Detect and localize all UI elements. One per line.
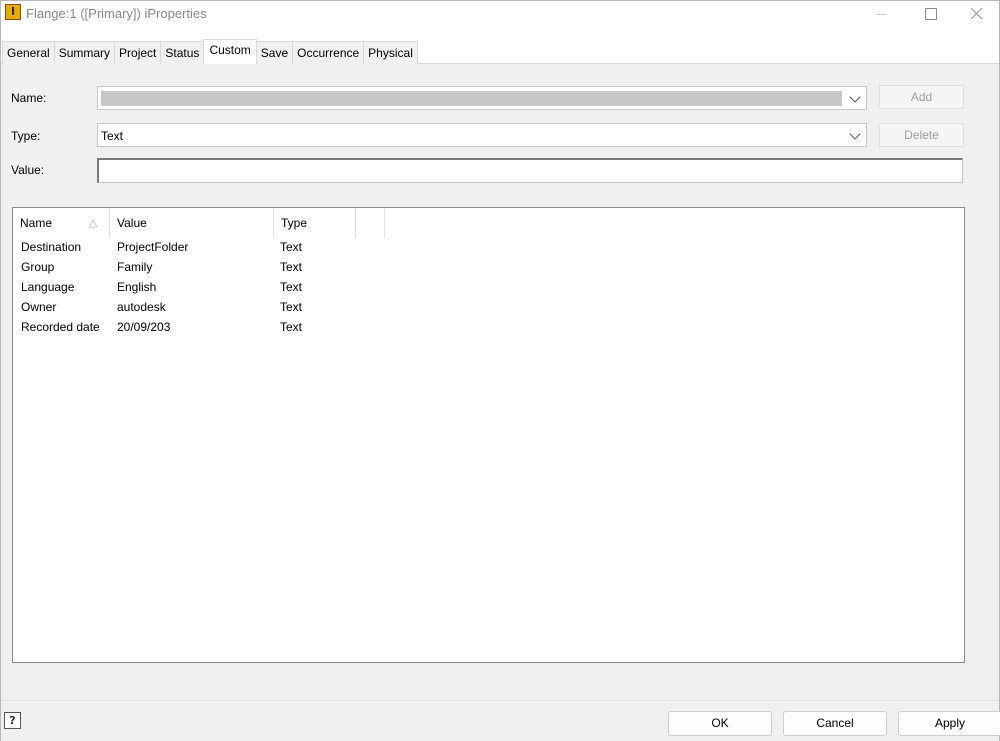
tab-summary[interactable]: Summary bbox=[53, 41, 116, 64]
dialog-footer: ? OK Cancel Apply bbox=[1, 700, 1000, 741]
value-input[interactable] bbox=[97, 158, 963, 183]
tab-general[interactable]: General bbox=[2, 41, 55, 64]
cell-name: Owner bbox=[21, 300, 57, 314]
chevron-down-icon[interactable] bbox=[849, 91, 861, 103]
tab-project[interactable]: Project bbox=[114, 41, 162, 64]
tab-occurrence[interactable]: Occurrence bbox=[292, 41, 365, 64]
sort-ascending-icon: △ bbox=[89, 216, 98, 229]
cell-type: Text bbox=[280, 240, 303, 254]
delete-button[interactable]: Delete bbox=[879, 123, 964, 147]
minimize-button[interactable] bbox=[859, 1, 905, 29]
cancel-button[interactable]: Cancel bbox=[783, 711, 887, 736]
iproperties-dialog: I Flange:1 ([Primary]) iProperties Gener… bbox=[0, 0, 1000, 741]
maximize-button[interactable] bbox=[908, 1, 954, 29]
list-header: Name △ Value Type bbox=[13, 208, 964, 238]
apply-button[interactable]: Apply bbox=[898, 711, 1000, 736]
name-selection-highlight bbox=[101, 91, 842, 106]
custom-properties-list[interactable]: Name △ Value Type Destination ProjectFol… bbox=[12, 207, 965, 663]
table-row[interactable]: Recorded date 20/09/203 Text bbox=[13, 318, 964, 338]
name-combobox[interactable] bbox=[97, 86, 867, 110]
table-row[interactable]: Language English Text bbox=[13, 278, 964, 298]
cell-value: Family bbox=[117, 260, 153, 274]
cell-name: Destination bbox=[21, 240, 82, 254]
value-label: Value: bbox=[11, 163, 45, 177]
table-row[interactable]: Owner autodesk Text bbox=[13, 298, 964, 318]
window-title: Flange:1 ([Primary]) iProperties bbox=[26, 6, 207, 21]
tab-strip: General Summary Project Status Custom Sa… bbox=[2, 39, 418, 64]
column-header-name[interactable]: Name △ bbox=[13, 208, 110, 238]
help-icon[interactable]: ? bbox=[4, 712, 21, 729]
inventor-app-icon: I bbox=[5, 4, 21, 20]
tab-bar: General Summary Project Status Custom Sa… bbox=[1, 29, 999, 64]
column-header-type[interactable]: Type bbox=[274, 208, 356, 238]
cell-name: Recorded date bbox=[21, 320, 100, 334]
type-label: Type: bbox=[11, 129, 41, 143]
custom-tab-panel: Name: Add Type: Text Delete Value: Name … bbox=[1, 64, 999, 700]
name-label: Name: bbox=[11, 91, 47, 105]
type-combobox[interactable]: Text bbox=[97, 123, 867, 147]
cell-value: ProjectFolder bbox=[117, 240, 189, 254]
column-header-empty[interactable] bbox=[356, 208, 385, 238]
chevron-down-icon[interactable] bbox=[849, 128, 861, 140]
close-button[interactable] bbox=[954, 1, 1000, 29]
tab-physical[interactable]: Physical bbox=[363, 41, 418, 64]
cell-type: Text bbox=[280, 260, 303, 274]
column-type-label: Type bbox=[281, 216, 308, 230]
cell-value: 20/09/203 bbox=[117, 320, 171, 334]
cell-type: Text bbox=[280, 300, 303, 314]
column-header-value[interactable]: Value bbox=[110, 208, 274, 238]
tab-custom[interactable]: Custom bbox=[203, 39, 257, 64]
title-bar: I Flange:1 ([Primary]) iProperties bbox=[1, 1, 999, 29]
add-button[interactable]: Add bbox=[879, 85, 964, 109]
column-name-label: Name bbox=[20, 216, 53, 230]
cell-value: autodesk bbox=[117, 300, 166, 314]
table-row[interactable]: Group Family Text bbox=[13, 258, 964, 278]
table-row[interactable]: Destination ProjectFolder Text bbox=[13, 238, 964, 258]
tab-status[interactable]: Status bbox=[160, 41, 205, 64]
cell-name: Language bbox=[21, 280, 75, 294]
cell-type: Text bbox=[280, 320, 303, 334]
type-selected-value: Text bbox=[101, 129, 124, 143]
tab-save[interactable]: Save bbox=[255, 41, 294, 64]
cell-name: Group bbox=[21, 260, 55, 274]
column-value-label: Value bbox=[117, 216, 147, 230]
cell-type: Text bbox=[280, 280, 303, 294]
cell-value: English bbox=[117, 280, 157, 294]
ok-button[interactable]: OK bbox=[668, 711, 772, 736]
